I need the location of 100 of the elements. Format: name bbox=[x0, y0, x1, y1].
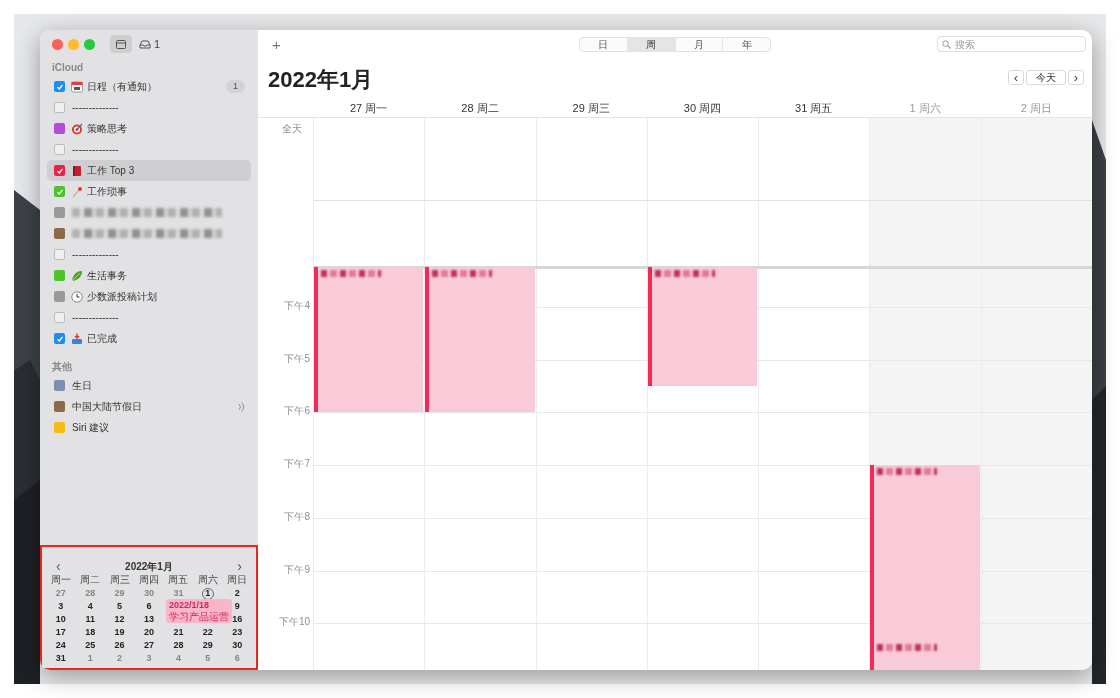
calendar-day[interactable]: 21 bbox=[173, 627, 184, 638]
calendar-day[interactable]: 16 bbox=[232, 614, 243, 625]
hour-label: 下午9 bbox=[283, 564, 310, 575]
checkbox[interactable] bbox=[54, 123, 65, 134]
calendar-icon bbox=[71, 80, 83, 93]
today-button[interactable]: 今天 bbox=[1026, 70, 1066, 85]
checkbox[interactable] bbox=[54, 165, 65, 176]
day-header: 31 周五 bbox=[795, 101, 833, 117]
checkbox[interactable] bbox=[54, 312, 65, 323]
checkbox[interactable] bbox=[54, 333, 65, 344]
calendar-day[interactable]: 5 bbox=[117, 601, 123, 612]
calendar-day[interactable]: 17 bbox=[55, 627, 66, 638]
calendar-day[interactable]: 3 bbox=[58, 601, 64, 612]
event-block[interactable] bbox=[314, 267, 424, 413]
calendar-name: 生日 bbox=[72, 379, 92, 393]
calendar-name: 中国大陆节假日 bbox=[72, 400, 142, 414]
calendar-day[interactable]: 6 bbox=[146, 601, 152, 612]
calendar-day[interactable]: 10 bbox=[55, 614, 66, 625]
inbox-tray-icon bbox=[71, 332, 83, 345]
calendar-day[interactable]: 25 bbox=[85, 640, 96, 651]
calendar-name: 少数派投稿计划 bbox=[87, 290, 157, 304]
calendar-list-item[interactable]: -------------- bbox=[47, 97, 251, 118]
calendar-list-item[interactable]: 中国大陆节假日 bbox=[47, 396, 251, 417]
calendar-list-item[interactable]: 策略思考 bbox=[47, 118, 251, 139]
pin-icon bbox=[71, 185, 83, 198]
calendar-day[interactable]: 20 bbox=[144, 627, 154, 638]
calendar-day[interactable]: 30 bbox=[232, 640, 243, 651]
previous-month-button[interactable]: ‹ bbox=[56, 559, 61, 573]
calendar-list-item[interactable]: Siri 建议 bbox=[47, 417, 251, 438]
add-button[interactable]: + bbox=[272, 36, 281, 52]
next-month-button[interactable]: › bbox=[237, 559, 242, 573]
calendar-day[interactable]: 9 bbox=[234, 601, 240, 612]
calendar-day[interactable]: 29 bbox=[202, 640, 213, 651]
calendar-day[interactable]: 12 bbox=[114, 614, 125, 625]
calendar-day[interactable]: 27 bbox=[144, 640, 154, 651]
calendar-day[interactable]: 13 bbox=[144, 614, 154, 625]
checkbox[interactable] bbox=[54, 207, 65, 218]
calendar-list-item[interactable]: 少数派投稿计划 bbox=[47, 286, 251, 307]
calendar-list-item[interactable]: 生活事务 bbox=[47, 265, 251, 286]
calendar-list-item[interactable]: 工作 Top 3 bbox=[47, 160, 251, 181]
calendar-list-item[interactable]: 工作琐事 bbox=[47, 181, 251, 202]
calendar-icon bbox=[116, 39, 126, 49]
checkbox[interactable] bbox=[54, 81, 65, 92]
checkbox[interactable] bbox=[54, 102, 65, 113]
inbox-button[interactable]: 1 bbox=[139, 35, 161, 53]
hour-label: 下午4 bbox=[283, 301, 310, 311]
calendar-name: -------------- bbox=[72, 143, 119, 157]
calendar-list-button[interactable] bbox=[110, 35, 132, 53]
view-tab[interactable]: 月 bbox=[674, 38, 723, 51]
view-tab[interactable]: 日 bbox=[580, 38, 627, 51]
weekday-label: 周六 bbox=[196, 575, 219, 585]
calendar-list-item[interactable]: 日程（有通知） 1 bbox=[47, 76, 251, 97]
calendar-day[interactable]: 4 bbox=[87, 601, 93, 612]
section-title: iCloud bbox=[51, 60, 85, 75]
previous-button[interactable]: ‹ bbox=[1008, 70, 1024, 85]
checkbox[interactable] bbox=[54, 186, 65, 197]
calendar-day[interactable]: 2 bbox=[234, 588, 240, 599]
calendar-day[interactable]: 22 bbox=[202, 627, 213, 638]
calendar-list-item[interactable]: -------------- bbox=[47, 307, 251, 328]
checkbox[interactable] bbox=[54, 249, 65, 260]
calendar-day[interactable]: 31 bbox=[55, 653, 66, 664]
calendar-day[interactable]: 26 bbox=[114, 640, 125, 651]
event-block[interactable] bbox=[870, 640, 980, 670]
checkbox[interactable] bbox=[54, 380, 65, 391]
calendar-day[interactable]: 28 bbox=[173, 640, 184, 651]
event-block[interactable] bbox=[647, 267, 758, 387]
checkbox[interactable] bbox=[54, 422, 65, 433]
search-icon bbox=[942, 40, 951, 49]
weekday-label: 周日 bbox=[226, 575, 249, 585]
close-button[interactable] bbox=[52, 38, 63, 50]
view-tab[interactable]: 年 bbox=[722, 38, 770, 51]
calendar-name: 策略思考 bbox=[87, 122, 127, 136]
event-block[interactable] bbox=[425, 267, 535, 413]
month-title: 2022年1月 bbox=[268, 65, 374, 94]
next-button[interactable]: › bbox=[1068, 70, 1084, 85]
calendar-list-item[interactable]: -------------- bbox=[47, 244, 251, 265]
zoom-button[interactable] bbox=[84, 38, 95, 50]
event-block[interactable] bbox=[870, 465, 980, 641]
calendar-name: -------------- bbox=[72, 248, 119, 262]
minimize-button[interactable] bbox=[68, 38, 79, 50]
calendar-day[interactable]: 18 bbox=[85, 627, 96, 638]
checkbox[interactable] bbox=[54, 144, 65, 155]
calendar-day[interactable]: 11 bbox=[85, 614, 95, 625]
pixelated-text bbox=[321, 270, 381, 278]
calendar-list-item[interactable]: -------------- bbox=[47, 139, 251, 160]
search-field[interactable]: 搜索 bbox=[937, 36, 1086, 52]
weekday-label: 周五 bbox=[167, 575, 190, 585]
view-tab[interactable]: 周 bbox=[626, 38, 675, 51]
calendar-day[interactable]: 23 bbox=[232, 627, 243, 638]
day-header: 1 周六 bbox=[909, 101, 941, 117]
calendar-list-item[interactable]: 生日 bbox=[47, 375, 251, 396]
leaf-icon bbox=[71, 269, 83, 282]
checkbox[interactable] bbox=[54, 291, 65, 302]
calendar-name: 生活事务 bbox=[87, 269, 127, 283]
calendar-day[interactable]: 19 bbox=[114, 627, 125, 638]
checkbox[interactable] bbox=[54, 270, 65, 281]
calendar-list-item[interactable]: 已完成 bbox=[47, 328, 251, 349]
calendar-day[interactable]: 24 bbox=[55, 640, 66, 651]
checkbox[interactable] bbox=[54, 228, 65, 239]
checkbox[interactable] bbox=[54, 401, 65, 412]
